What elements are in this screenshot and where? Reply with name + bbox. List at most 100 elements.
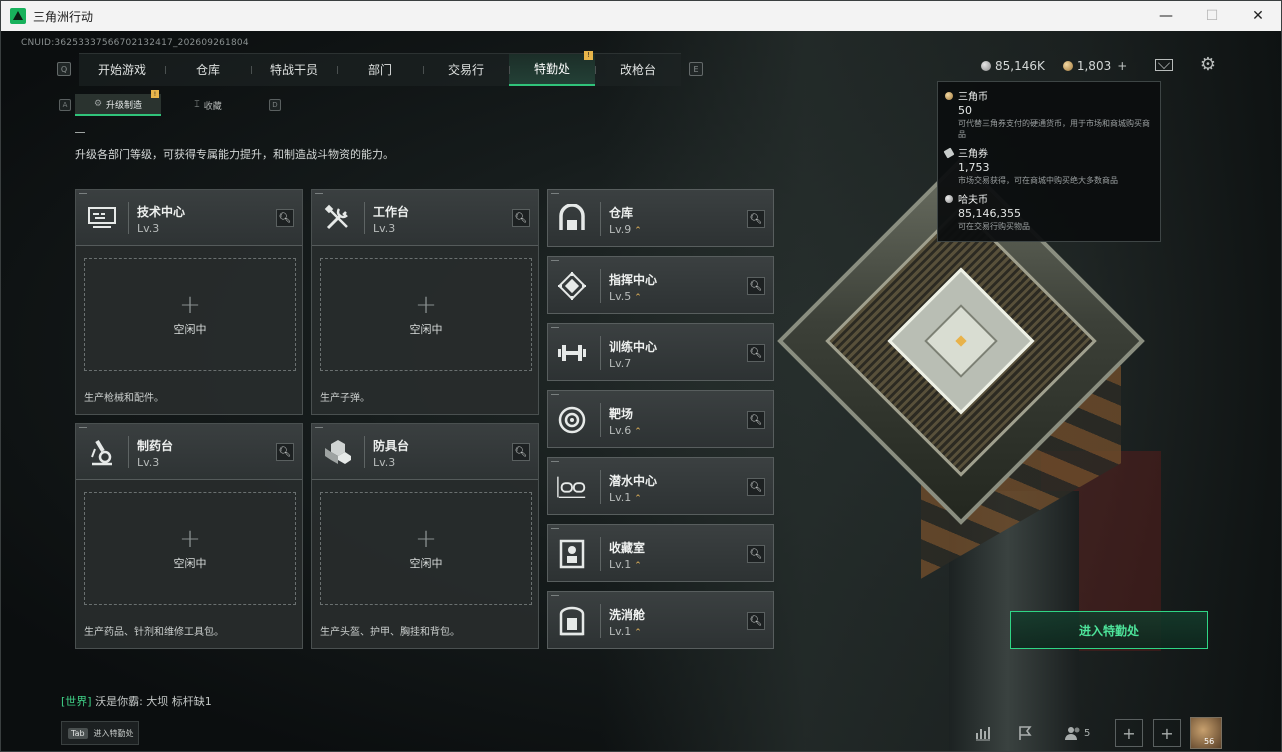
search-icon[interactable]: 🔍︎	[512, 209, 530, 227]
computer-icon	[86, 202, 118, 234]
tab-departments[interactable]: 部门	[337, 54, 423, 86]
search-icon[interactable]: 🔍︎	[747, 545, 765, 563]
idle-slot[interactable]: + 空闲中	[84, 492, 296, 605]
sub-nav: A ⚙ 升级制造 ! ⌶ 收藏 D	[59, 90, 281, 116]
tab-special-ops[interactable]: 特勤处!	[509, 50, 595, 86]
add-currency-button[interactable]: +	[1117, 59, 1127, 73]
dept-training-center-card[interactable]: 训练中心 Lv.7 🔍︎	[547, 323, 774, 381]
goggles-icon	[556, 471, 588, 503]
tools-icon	[322, 202, 354, 234]
search-icon[interactable]: 🔍︎	[747, 344, 765, 362]
search-icon[interactable]: 🔍︎	[276, 209, 294, 227]
currency-bar[interactable]: 85,146K 1,803 +	[981, 59, 1137, 73]
subnav-next-key[interactable]: D	[269, 99, 281, 111]
add-icon: +	[179, 523, 201, 554]
currency-tooltip: 三角币 50 可代替三角券支付的硬通货币，用于市场和商城购买商品 三角券 1,7…	[937, 81, 1161, 242]
close-button[interactable]: ✕	[1235, 1, 1281, 31]
workbench-card[interactable]: 工作台 Lv.3 🔍︎ + 空闲中 生产子弹。	[311, 189, 539, 415]
upgrade-available-icon: ⌃	[634, 561, 642, 571]
tab-key: Tab	[68, 727, 88, 739]
subnav-prev-key[interactable]: A	[59, 99, 71, 111]
upgrade-available-icon: ⌃	[634, 226, 642, 236]
tab-shortcut-hint[interactable]: Tab 进入特勤处	[61, 721, 139, 745]
microscope-icon	[86, 436, 118, 468]
blocks-icon	[322, 436, 354, 468]
add-icon: +	[179, 289, 201, 320]
subtab-collection[interactable]: ⌶ 收藏	[165, 94, 251, 116]
upgrade-available-icon: ⌃	[634, 494, 642, 504]
armor-bench-card[interactable]: 防具台 Lv.3 🔍︎ + 空闲中 生产头盔、护甲、胸挂和背包。	[311, 423, 539, 649]
friends-count: 5	[1084, 728, 1091, 739]
gold-amount: 1,803	[1076, 59, 1112, 73]
add-slot-button[interactable]: +	[1115, 719, 1143, 747]
chat-message: 沃是你霸: 大坝 标杆缺1	[91, 695, 212, 708]
notification-badge: !	[584, 50, 593, 60]
search-icon[interactable]: 🔍︎	[747, 277, 765, 295]
collection-small-icon: ⌶	[194, 100, 200, 110]
friends-icon[interactable]	[1059, 719, 1087, 747]
tab-trading[interactable]: 交易行	[423, 54, 509, 86]
search-icon[interactable]: 🔍︎	[747, 612, 765, 630]
tab-start-game[interactable]: 开始游戏	[79, 54, 165, 86]
flag-icon[interactable]	[1011, 719, 1039, 747]
dumbbell-icon	[556, 337, 588, 369]
search-icon[interactable]: 🔍︎	[747, 411, 765, 429]
stats-icon[interactable]	[969, 719, 997, 747]
collection-icon	[556, 538, 588, 570]
chat-channel: [世界]	[61, 695, 92, 708]
dept-collection-room-card[interactable]: 收藏室 Lv.1 ⌃ 🔍︎	[547, 524, 774, 582]
page-description: 升级各部门等级，可获得专属能力提升，和制造战斗物资的能力。	[75, 148, 394, 161]
window-title: 三角洲行动	[33, 9, 94, 24]
add-slot-button[interactable]: +	[1153, 719, 1181, 747]
main-nav: Q 开始游戏 仓库 特战干员 部门 交易行 特勤处! 改枪台 E	[57, 50, 703, 86]
gold-coin-icon	[1062, 61, 1073, 71]
mail-icon[interactable]	[1155, 59, 1173, 71]
add-icon: +	[415, 289, 437, 320]
dept-diving-center-card[interactable]: 潜水中心 Lv.1 ⌃ 🔍︎	[547, 457, 774, 515]
minimize-button[interactable]: —	[1143, 1, 1189, 31]
idle-slot[interactable]: + 空闲中	[320, 492, 532, 605]
silver-coin-icon	[981, 61, 991, 71]
command-icon	[556, 270, 588, 302]
tab-gunsmith[interactable]: 改枪台	[595, 54, 681, 86]
warehouse-icon	[556, 203, 588, 235]
pharmacy-card[interactable]: 制药台 Lv.3 🔍︎ + 空闲中 生产药品、针剂和维修工具包。	[75, 423, 303, 649]
upgrade-available-icon: ⌃	[634, 628, 642, 638]
tech-center-card[interactable]: 技术中心 Lv.3 🔍︎ + 空闲中 生产枪械和配件。	[75, 189, 303, 415]
delta-coin-icon	[945, 91, 953, 100]
notification-badge: !	[151, 90, 159, 98]
nav-prev-key[interactable]: Q	[57, 62, 71, 76]
settings-gear-icon[interactable]: ⚙	[1199, 56, 1217, 74]
game-viewport: CNUID:3625333756670213241​7_202609261804…	[1, 31, 1281, 751]
user-id-label: CNUID:3625333756670213241​7_202609261804	[21, 38, 249, 48]
maximize-button[interactable]: ☐	[1189, 1, 1235, 31]
dept-decon-chamber-card[interactable]: 洗消舱 Lv.1 ⌃ 🔍︎	[547, 591, 774, 649]
delta-ticket-icon	[943, 147, 955, 158]
search-icon[interactable]: 🔍︎	[276, 443, 294, 461]
decon-icon	[556, 605, 588, 637]
search-icon[interactable]: 🔍︎	[747, 478, 765, 496]
haf-coin-icon	[945, 194, 953, 203]
tab-warehouse[interactable]: 仓库	[165, 54, 251, 86]
silver-amount: 85,146K	[995, 59, 1045, 73]
search-icon[interactable]: 🔍︎	[747, 210, 765, 228]
search-icon[interactable]: 🔍︎	[512, 443, 530, 461]
avatar-level: 56	[1204, 737, 1215, 746]
add-icon: +	[415, 523, 437, 554]
upgrade-available-icon: ⌃	[634, 427, 642, 437]
dept-command-center-card[interactable]: 指挥中心 Lv.5 ⌃ 🔍︎	[547, 256, 774, 314]
idle-slot[interactable]: + 空闲中	[84, 258, 296, 371]
target-icon	[556, 404, 588, 436]
game-window: 三角洲行动 — ☐ ✕ CNUID:3625333756670213241​7_…	[0, 0, 1282, 752]
dept-shooting-range-card[interactable]: 靶场 Lv.6 ⌃ 🔍︎	[547, 390, 774, 448]
title-bar: 三角洲行动 — ☐ ✕	[1, 1, 1281, 31]
dept-warehouse-card[interactable]: 仓库 Lv.9 ⌃ 🔍︎	[547, 189, 774, 247]
subtab-upgrade-craft[interactable]: ⚙ 升级制造 !	[75, 90, 161, 116]
idle-slot[interactable]: + 空闲中	[320, 258, 532, 371]
tab-operators[interactable]: 特战干员	[251, 54, 337, 86]
nav-next-key[interactable]: E	[689, 62, 703, 76]
app-logo-icon	[10, 8, 26, 24]
upgrade-available-icon: ⌃	[634, 293, 642, 303]
chat-line[interactable]: [世界] 沃是你霸: 大坝 标杆缺1	[61, 693, 212, 709]
enter-special-ops-button[interactable]: 进入特勤处	[1010, 611, 1208, 649]
